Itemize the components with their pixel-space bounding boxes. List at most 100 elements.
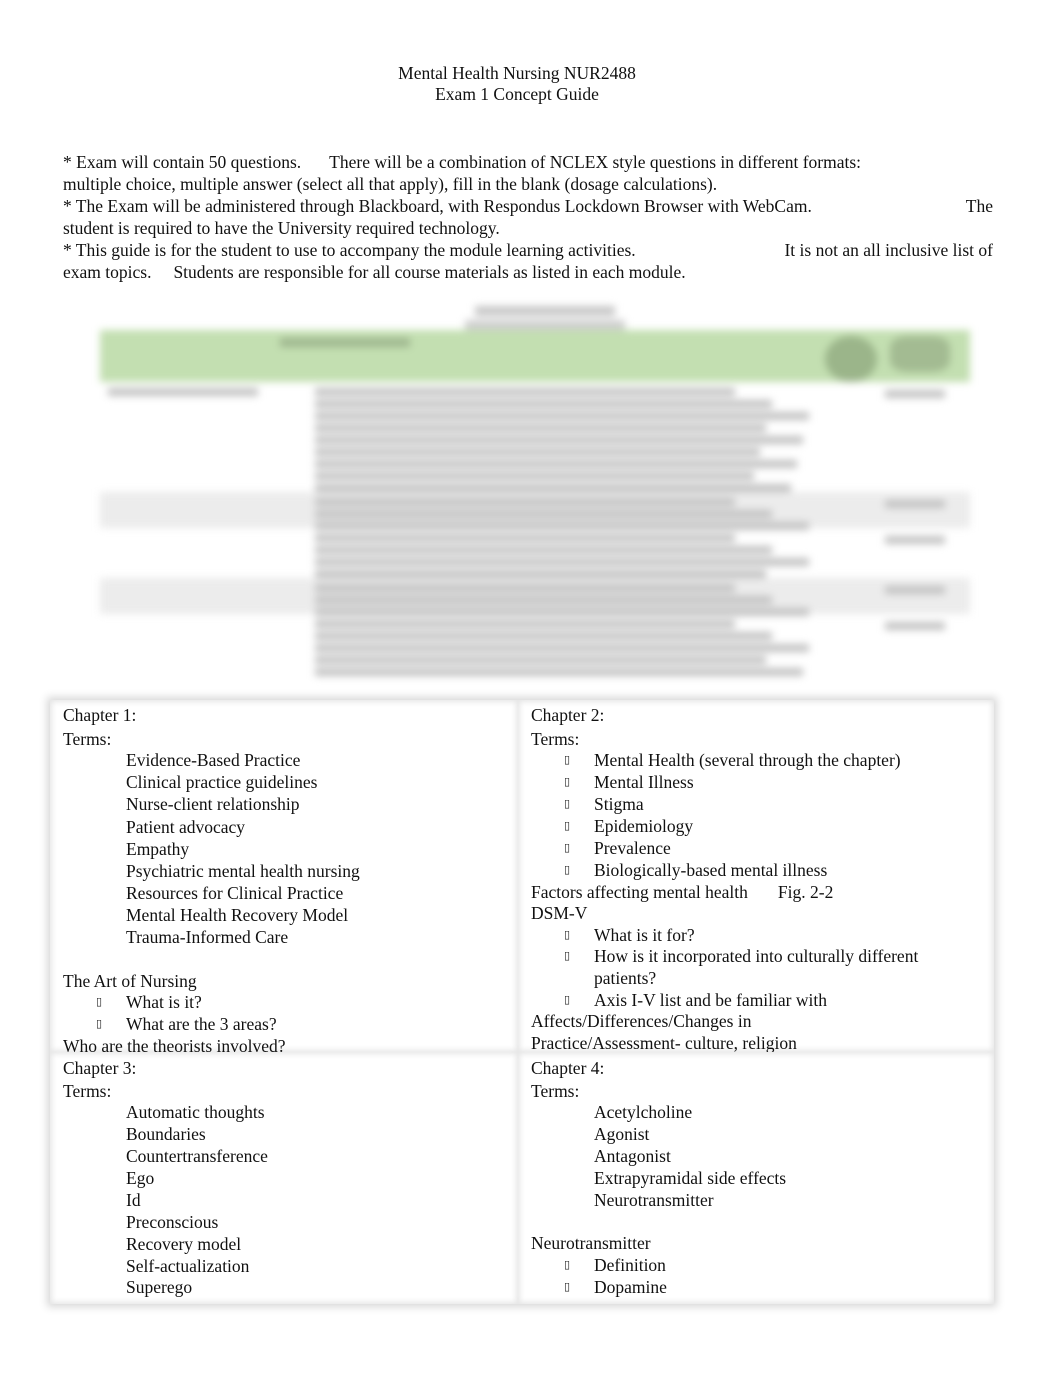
section-heading: Neurotransmitter [531, 1233, 651, 1254]
term-item: Automatic thoughts [126, 1102, 265, 1123]
table-row [100, 492, 970, 530]
chapter-3-cell: Chapter 3: Terms: Automatic thoughts Bounda… [50, 1052, 518, 1304]
blurred-text [108, 388, 258, 396]
blurred-text [885, 622, 945, 630]
intro-line: multiple choice, multiple answer (select… [63, 174, 718, 194]
blurred-text [315, 424, 766, 432]
blurred-text [315, 472, 754, 480]
blurred-text [315, 448, 760, 456]
term-item: Antagonist [594, 1146, 671, 1166]
blurred-text [315, 632, 772, 640]
term-item: Mental Illness [594, 772, 694, 793]
section-footer: Affects/Differences/Changes in [531, 1011, 752, 1032]
blurred-text [315, 460, 797, 468]
blurred-text [315, 534, 735, 542]
term-item: Recovery model [126, 1233, 242, 1254]
term-item: Self-actualization [126, 1255, 250, 1276]
table-caption [465, 320, 625, 330]
bullet-icon: ▯ [564, 949, 571, 963]
bullet-item: Axis I-V list and be familiar with [594, 989, 827, 1010]
terms-label: Terms: [531, 728, 580, 749]
terms-label: Terms: [63, 1080, 112, 1101]
term-item: Countertransference [126, 1146, 268, 1166]
blurred-text [315, 656, 766, 664]
bullet-icon: ▯ [96, 995, 103, 1009]
bullet-icon: ▯ [564, 840, 571, 854]
chapter-grid: Chapter 1: Terms: Evidence-Based Practice C… [50, 700, 994, 1304]
intro-line: student is required to have the Universi… [63, 218, 500, 238]
table-caption [475, 306, 615, 316]
term-item: Extrapyramidal side effects [594, 1167, 787, 1188]
bullet-icon: ▯ [564, 818, 571, 832]
bullet-icon: ▯ [96, 1016, 103, 1030]
term-item: Empathy [126, 838, 190, 859]
blurred-text [315, 510, 772, 518]
blurred-text [315, 388, 735, 396]
blurred-text [315, 558, 809, 566]
blurred-text [315, 546, 772, 554]
blurred-table [95, 300, 975, 690]
blurred-text [885, 536, 945, 544]
term-item: Mental Health (several through the chapt… [594, 750, 901, 771]
term-item: Resources for Clinical Practice [126, 882, 344, 903]
factors-label: Factors affecting mental health [531, 881, 748, 902]
bullet-item: patients? [594, 968, 657, 988]
bullet-item: What are the 3 areas? [126, 1013, 277, 1034]
table-header [100, 330, 970, 382]
blurred-text [315, 620, 735, 628]
blurred-text [315, 570, 766, 578]
intro-line: exam topics. Students are responsible for… [63, 262, 686, 282]
intro-paragraph: * Exam will contain 50 questions. There w… [63, 151, 993, 283]
terms-label: Terms: [63, 728, 112, 749]
blurred-text [315, 400, 772, 408]
bullet-icon: ▯ [564, 1257, 571, 1271]
section-footer: Practice/Assessment- culture, religion [531, 1032, 797, 1053]
bullet-icon: ▯ [564, 927, 571, 941]
chapter-heading: Chapter 2: [531, 705, 605, 725]
term-item: Acetylcholine [594, 1102, 693, 1123]
term-item: Boundaries [126, 1124, 206, 1145]
header-icon [890, 336, 950, 372]
term-item: Preconscious [126, 1211, 219, 1232]
term-item: Epidemiology [594, 815, 694, 836]
bullet-item: What is it? [126, 992, 202, 1013]
term-item: Superego [126, 1277, 193, 1298]
term-item: Clinical practice guidelines [126, 772, 318, 793]
term-item: Id [126, 1189, 141, 1210]
chapter-4-cell: Chapter 4: Terms: Acetylcholine Agonist Anta… [518, 1052, 994, 1304]
blurred-text [885, 390, 945, 398]
intro-line: * Exam will contain 50 questions. There w… [63, 152, 862, 172]
document-title: Mental Health Nursing NUR2488 [398, 63, 636, 83]
header-icon [825, 336, 877, 382]
table-row [100, 528, 970, 578]
table-row [100, 382, 970, 492]
term-item: Patient advocacy [126, 816, 246, 837]
bullet-item: Dopamine [594, 1276, 667, 1297]
term-item: Nurse-client relationship [126, 794, 300, 815]
term-item: Ego [126, 1167, 155, 1188]
blurred-text [315, 412, 809, 420]
factors-line: Factors affecting mental health Fig. 2-2 [531, 881, 833, 903]
bullet-icon: ▯ [564, 862, 571, 876]
term-item: Agonist [594, 1124, 650, 1145]
bullet-item: How is it incorporated into culturally d… [594, 946, 919, 967]
blurred-text [885, 586, 945, 594]
chapter-2-cell: Chapter 2: Terms: Mental Health (several t… [518, 700, 994, 1053]
header-label [280, 338, 410, 347]
blurred-text [315, 644, 809, 652]
bullet-icon: ▯ [564, 992, 571, 1006]
chapter-heading: Chapter 1: [63, 705, 137, 725]
term-item: Neurotransmitter [594, 1189, 714, 1210]
bullet-icon: ▯ [564, 1279, 571, 1293]
term-item: Evidence-Based Practice [126, 750, 301, 771]
section-heading: DSM-V [531, 903, 588, 924]
blurred-text [315, 498, 735, 506]
term-item: Mental Health Recovery Model [126, 904, 349, 925]
table-row [100, 614, 970, 684]
blurred-text [885, 500, 945, 508]
table-row [100, 578, 970, 616]
term-item: Biologically-based mental illness [594, 859, 828, 880]
bullet-icon: ▯ [564, 753, 571, 767]
term-item: Trauma-Informed Care [126, 927, 289, 947]
bullet-item: What is it for? [594, 924, 695, 945]
